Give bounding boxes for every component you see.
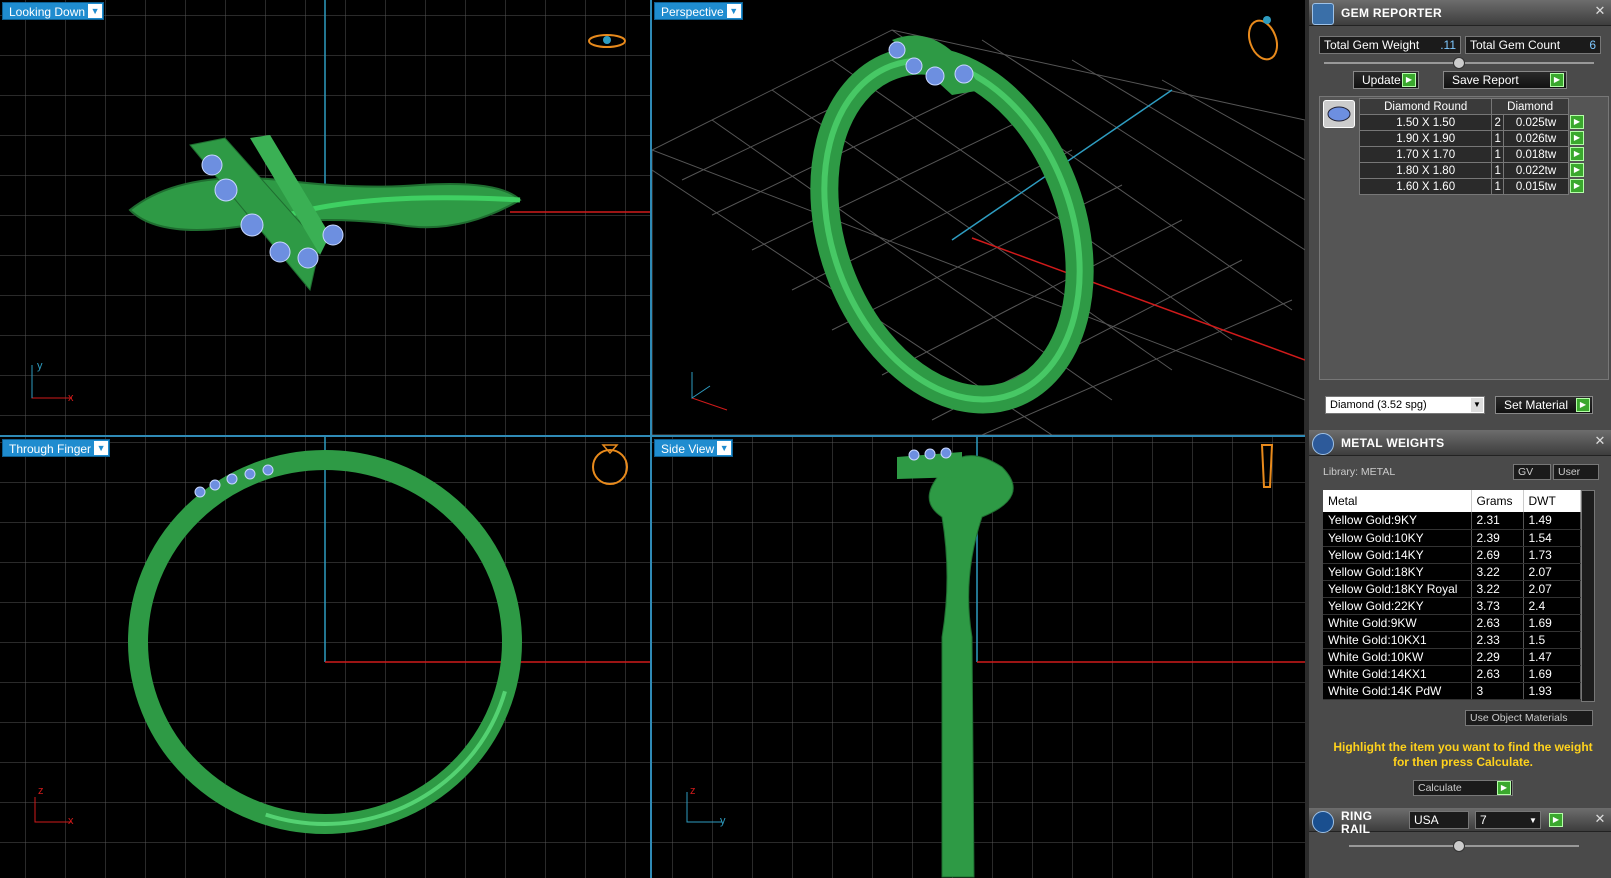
metal-row[interactable]: White Gold:10KW 2.29 1.47 — [1323, 648, 1581, 666]
side-panel: GEM REPORTER ✕ Total Gem Weight .11 Tota… — [1305, 0, 1611, 878]
metal-table: Metal Grams DWT Yellow Gold:9KY 2.31 1.49 … — [1323, 490, 1581, 700]
gem-row[interactable]: 1.60 X 1.60 1 0.015tw — [1358, 178, 1569, 195]
metal-row[interactable]: White Gold:14KX1 2.63 1.69 — [1323, 665, 1581, 683]
play-icon[interactable]: ▶ — [1570, 115, 1584, 129]
viewport-label[interactable]: Perspective ▼ — [654, 2, 743, 20]
play-icon[interactable]: ▶ — [1570, 131, 1584, 145]
metal-col-header: Metal — [1323, 490, 1472, 512]
viewport-label[interactable]: Side View ▼ — [654, 439, 734, 457]
save-report-button[interactable]: Save Report ▶ — [1443, 71, 1567, 89]
viewport-looking-down[interactable]: Looking Down ▼ y x — [0, 0, 650, 435]
metal-table-scrollbar[interactable] — [1581, 490, 1595, 702]
play-icon[interactable]: ▶ — [1570, 163, 1584, 177]
calculate-button[interactable]: Calculate ▶ — [1413, 780, 1513, 796]
ring-rail-title: RING RAIL — [1341, 809, 1373, 836]
chevron-down-icon[interactable]: ▼ — [94, 441, 109, 455]
gem-thumbnail[interactable] — [1323, 100, 1355, 128]
user-toggle[interactable]: User — [1553, 464, 1599, 480]
viewport-divider[interactable] — [0, 435, 1305, 437]
grid — [0, 437, 650, 878]
gem-col-header: Diamond — [1491, 98, 1569, 115]
close-icon[interactable]: ✕ — [1593, 434, 1607, 449]
slider-knob[interactable] — [1453, 57, 1465, 69]
metal-row[interactable]: Yellow Gold:18KY 3.22 2.07 — [1323, 563, 1581, 581]
chevron-down-icon[interactable]: ▼ — [88, 4, 103, 18]
total-gem-weight-value: .11 — [1440, 38, 1456, 52]
viewport-divider[interactable] — [650, 0, 652, 878]
ring-rail-knob[interactable] — [1453, 840, 1465, 852]
grid — [652, 437, 1305, 878]
metal-row[interactable]: White Gold:10KX1 2.33 1.5 — [1323, 631, 1581, 649]
grams-col-header: Grams — [1471, 490, 1524, 512]
gem-table: Diamond Round Diamond 1.50 X 1.50 2 0.025tw… — [1358, 98, 1569, 195]
viewport-side-view[interactable]: Side View ▼ z y — [652, 437, 1305, 878]
perspective-grid — [652, 16, 1305, 435]
gem-reporter-header: GEM REPORTER ✕ — [1309, 0, 1611, 26]
play-icon: ▶ — [1497, 781, 1511, 795]
axis-z-label: z — [690, 785, 696, 797]
play-icon[interactable]: ▶ — [1549, 813, 1563, 827]
dwt-col-header: DWT — [1523, 490, 1581, 512]
axis-x-label: x — [68, 815, 74, 827]
metal-weights-header: METAL WEIGHTS ✕ — [1309, 430, 1611, 456]
close-icon[interactable]: ✕ — [1593, 4, 1607, 19]
gv-toggle[interactable]: GV — [1513, 464, 1551, 480]
axis-y-label: y — [720, 815, 726, 827]
material-select[interactable]: Diamond (3.52 spg) ▼ — [1325, 396, 1485, 414]
ring-rail-header: RING RAIL USA 7 ▼ ▶ ✕ — [1309, 808, 1611, 836]
total-gem-count-label: Total Gem Count — [1470, 38, 1561, 52]
gem-col-header: Diamond Round — [1358, 98, 1493, 115]
total-gem-count-field: Total Gem Count 6 — [1465, 36, 1601, 54]
play-icon: ▶ — [1550, 73, 1564, 87]
metal-row[interactable]: Yellow Gold:22KY 3.73 2.4 — [1323, 597, 1581, 615]
viewport-label[interactable]: Through Finger ▼ — [2, 439, 111, 457]
chevron-down-icon[interactable]: ▼ — [1471, 398, 1483, 412]
update-button[interactable]: Update ▶ — [1353, 71, 1419, 89]
gem-row[interactable]: 1.80 X 1.80 1 0.022tw — [1358, 162, 1569, 179]
close-icon[interactable]: ✕ — [1593, 812, 1607, 827]
play-icon: ▶ — [1402, 73, 1416, 87]
ring-icon — [1312, 811, 1334, 833]
metal-row[interactable]: Yellow Gold:9KY 2.31 1.49 — [1323, 512, 1581, 530]
axis-y-label: y — [37, 360, 43, 372]
gem-row[interactable]: 1.90 X 1.90 1 0.026tw — [1358, 130, 1569, 147]
chevron-down-icon[interactable]: ▼ — [726, 4, 741, 18]
set-material-button[interactable]: Set Material ▶ — [1495, 396, 1593, 414]
chevron-down-icon[interactable]: ▼ — [717, 441, 732, 455]
gem-reporter-title: GEM REPORTER — [1341, 6, 1442, 20]
axis-z-label: z — [38, 785, 44, 797]
axis-x-label: x — [68, 392, 74, 404]
calculate-instructions: Highlight the item you want to find the … — [1333, 740, 1593, 769]
grid — [0, 0, 650, 435]
play-icon[interactable]: ▶ — [1570, 179, 1584, 193]
calculator-icon — [1312, 3, 1334, 25]
viewport-perspective[interactable]: Perspective ▼ — [652, 0, 1305, 435]
ring-size-select[interactable]: 7 ▼ — [1475, 811, 1541, 829]
viewport-through-finger[interactable]: Through Finger ▼ z x — [0, 437, 650, 878]
metal-row[interactable]: Yellow Gold:14KY 2.69 1.73 — [1323, 546, 1581, 564]
play-icon: ▶ — [1576, 398, 1590, 412]
scale-icon — [1312, 433, 1334, 455]
region-select[interactable]: USA — [1409, 811, 1469, 829]
metal-row[interactable]: White Gold:9KW 2.63 1.69 — [1323, 614, 1581, 632]
use-object-materials-toggle[interactable]: Use Object Materials — [1465, 710, 1593, 726]
metal-row[interactable]: Yellow Gold:18KY Royal 3.22 2.07 — [1323, 580, 1581, 598]
gem-row[interactable]: 1.50 X 1.50 2 0.025tw — [1358, 114, 1569, 131]
metal-row[interactable]: White Gold:14K PdW 3 1.93 — [1323, 682, 1581, 700]
total-gem-weight-field: Total Gem Weight .11 — [1319, 36, 1461, 54]
total-gem-weight-label: Total Gem Weight — [1324, 38, 1420, 52]
chevron-down-icon[interactable]: ▼ — [1527, 813, 1539, 829]
library-label: Library: METAL — [1323, 466, 1396, 478]
gem-row[interactable]: 1.70 X 1.70 1 0.018tw — [1358, 146, 1569, 163]
metal-row[interactable]: Yellow Gold:10KY 2.39 1.54 — [1323, 529, 1581, 547]
metal-weights-title: METAL WEIGHTS — [1341, 436, 1445, 450]
rhino-matrix-app: Looking Down ▼ y x Perspective ▼ Through… — [0, 0, 1611, 878]
play-icon[interactable]: ▶ — [1570, 147, 1584, 161]
viewport-label[interactable]: Looking Down ▼ — [2, 2, 105, 20]
total-gem-count-value: 6 — [1589, 38, 1596, 52]
